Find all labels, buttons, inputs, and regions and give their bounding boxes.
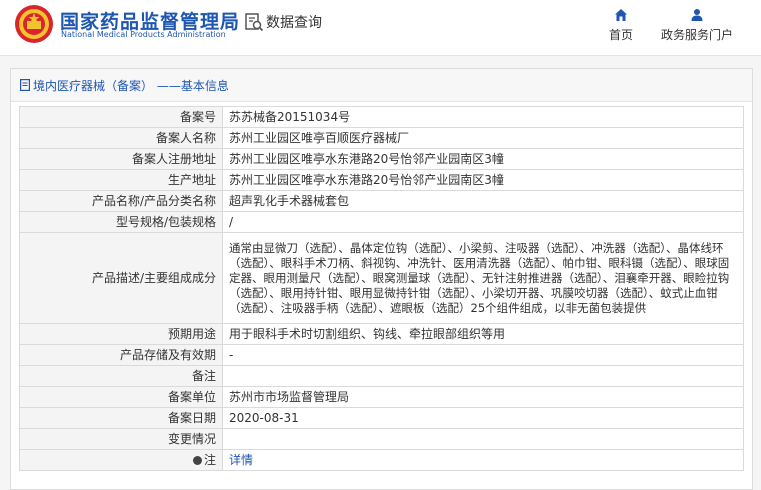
agency-name-english: National Medical Products Administration — [61, 30, 226, 39]
row-value: / — [222, 211, 744, 233]
table-row: 产品名称/产品分类名称 超声乳化手术器械套包 — [19, 190, 744, 212]
table-row: 变更情况 — [19, 428, 744, 450]
nav-home[interactable]: 首页 — [609, 8, 633, 43]
row-label: 产品名称/产品分类名称 — [19, 190, 223, 212]
nav-service-portal[interactable]: 政务服务门户 — [661, 8, 733, 43]
row-label: 产品描述/主要组成成分 — [19, 232, 223, 324]
row-value: 通常由显微刀（选配）、晶体定位钩（选配）、小梁剪、注吸器（选配）、冲洗器（选配）… — [222, 232, 744, 324]
data-query-label[interactable]: 数据查询 — [266, 12, 322, 32]
details-link[interactable]: 详情 — [229, 453, 253, 467]
nav-home-label: 首页 — [609, 28, 634, 42]
row-value — [222, 428, 744, 450]
user-icon — [691, 9, 703, 21]
row-value: 超声乳化手术器械套包 — [222, 190, 744, 212]
top-header: 国家药品监督管理局 National Medical Products Admi… — [0, 0, 761, 56]
row-value: 2020-08-31 — [222, 407, 744, 429]
panel-title: 境内医疗器械（备案） ——基本信息 — [33, 79, 229, 93]
data-query-icon — [245, 13, 264, 32]
row-label: 产品存储及有效期 — [19, 344, 223, 366]
row-value: 苏州工业园区唯亭百顺医疗器械厂 — [222, 127, 744, 149]
row-label: 备案号 — [19, 106, 223, 128]
row-value: - — [222, 344, 744, 366]
row-label: 预期用途 — [19, 323, 223, 345]
table-row: 产品描述/主要组成成分 通常由显微刀（选配）、晶体定位钩（选配）、小梁剪、注吸器… — [19, 232, 744, 324]
table-row: 产品存储及有效期 - — [19, 344, 744, 366]
table-row: 型号规格/包装规格 / — [19, 211, 744, 233]
home-icon — [615, 9, 627, 21]
row-value: 苏州市市场监督管理局 — [222, 386, 744, 408]
info-panel: 境内医疗器械（备案） ——基本信息 备案号 苏苏械备20151034号 备案人名… — [10, 68, 753, 490]
row-label: 备注 — [19, 365, 223, 387]
row-label: 生产地址 — [19, 169, 223, 191]
table-row: 备案日期 2020-08-31 — [19, 407, 744, 429]
row-value: 苏州工业园区唯亭水东港路20号怡邻产业园南区3幢 — [222, 169, 744, 191]
table-row: 备案人注册地址 苏州工业园区唯亭水东港路20号怡邻产业园南区3幢 — [19, 148, 744, 170]
table-row: 备案人名称 苏州工业园区唯亭百顺医疗器械厂 — [19, 127, 744, 149]
panel-header: 境内医疗器械（备案） ——基本信息 — [11, 69, 752, 102]
note-label-cell: 注 — [19, 449, 223, 471]
document-icon — [20, 79, 30, 91]
table-row: 备案单位 苏州市市场监督管理局 — [19, 386, 744, 408]
row-label: 型号规格/包装规格 — [19, 211, 223, 233]
row-value-cell: 详情 — [222, 449, 744, 471]
national-emblem-logo — [15, 5, 53, 43]
table-row: 预期用途 用于眼科手术时切割组织、钩线、牵拉眼部组织等用 — [19, 323, 744, 345]
row-value: 苏州工业园区唯亭水东港路20号怡邻产业园南区3幢 — [222, 148, 744, 170]
table-row: 备注 — [19, 365, 744, 387]
row-label: 备案日期 — [19, 407, 223, 429]
row-label: 备案人名称 — [19, 127, 223, 149]
table-row: 生产地址 苏州工业园区唯亭水东港路20号怡邻产业园南区3幢 — [19, 169, 744, 191]
table-row: 注 详情 — [19, 449, 744, 471]
row-value: 苏苏械备20151034号 — [222, 106, 744, 128]
pin-icon — [192, 456, 202, 465]
row-value — [222, 365, 744, 387]
table-row: 备案号 苏苏械备20151034号 — [19, 106, 744, 128]
row-label: 备案人注册地址 — [19, 148, 223, 170]
nav-service-portal-label: 政务服务门户 — [661, 28, 734, 42]
row-label: 变更情况 — [19, 428, 223, 450]
row-label: 注 — [203, 453, 216, 467]
info-table: 备案号 苏苏械备20151034号 备案人名称 苏州工业园区唯亭百顺医疗器械厂 … — [19, 106, 744, 471]
row-value: 用于眼科手术时切割组织、钩线、牵拉眼部组织等用 — [222, 323, 744, 345]
row-label: 备案单位 — [19, 386, 223, 408]
